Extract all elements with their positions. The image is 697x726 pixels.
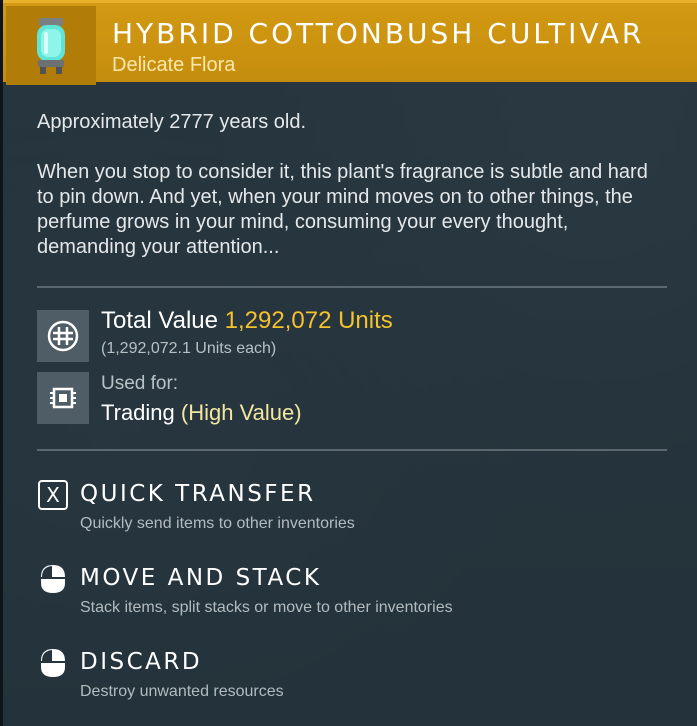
- action-title: DISCARD: [80, 649, 203, 675]
- item-icon-frame: [6, 6, 96, 85]
- action-move-and-stack[interactable]: MOVE AND STACK Stack items, split stacks…: [37, 563, 657, 619]
- total-value-amount: 1,292,072 Units: [224, 307, 393, 334]
- item-category: Delicate Flora: [112, 54, 236, 76]
- action-subtitle: Destroy unwanted resources: [80, 683, 284, 700]
- action-quick-transfer[interactable]: X QUICK TRANSFER Quickly send items to o…: [37, 479, 657, 535]
- item-tooltip-panel: HYBRID COTTONBUSH CULTIVAR Delicate Flor…: [0, 0, 697, 726]
- trade-icon-frame: [37, 372, 89, 424]
- units-icon-frame: [37, 310, 89, 362]
- divider: [37, 286, 667, 288]
- used-for-value: Trading (High Value): [101, 400, 302, 426]
- plant-canister-icon: [37, 17, 65, 74]
- mouse-left-click-icon: [37, 647, 69, 679]
- action-discard[interactable]: DISCARD Destroy unwanted resources: [37, 647, 657, 703]
- action-title: MOVE AND STACK: [80, 565, 322, 591]
- age-prefix: Approximately: [37, 111, 170, 133]
- total-value-label: Total Value: [101, 307, 218, 334]
- total-value: Total Value 1,292,072 Units: [101, 307, 393, 335]
- age-suffix: years old.: [213, 111, 307, 133]
- action-subtitle: Quickly send items to other inventories: [80, 515, 355, 532]
- item-age: Approximately 2777 years old.: [37, 110, 657, 135]
- action-subtitle: Stack items, split stacks or move to oth…: [80, 599, 453, 616]
- trade-chip-icon: [50, 387, 76, 409]
- usage-type: Trading: [101, 400, 175, 425]
- used-for-label: Used for:: [101, 373, 179, 394]
- unit-value-each: (1,292,072.1 Units each): [101, 340, 277, 357]
- action-title: QUICK TRANSFER: [80, 481, 316, 507]
- mouse-left-click-icon: [37, 563, 69, 595]
- usage-qualifier: (High Value): [180, 400, 302, 425]
- item-title: HYBRID COTTONBUSH CULTIVAR: [112, 17, 645, 50]
- item-description-block: Approximately 2777 years old. When you s…: [37, 110, 657, 260]
- x-key-icon: X: [37, 479, 69, 511]
- item-description: When you stop to consider it, this plant…: [37, 161, 648, 258]
- item-header: HYBRID COTTONBUSH CULTIVAR Delicate Flor…: [3, 0, 697, 85]
- age-value: 2777: [169, 111, 214, 133]
- units-icon: [47, 320, 79, 352]
- divider: [37, 449, 667, 451]
